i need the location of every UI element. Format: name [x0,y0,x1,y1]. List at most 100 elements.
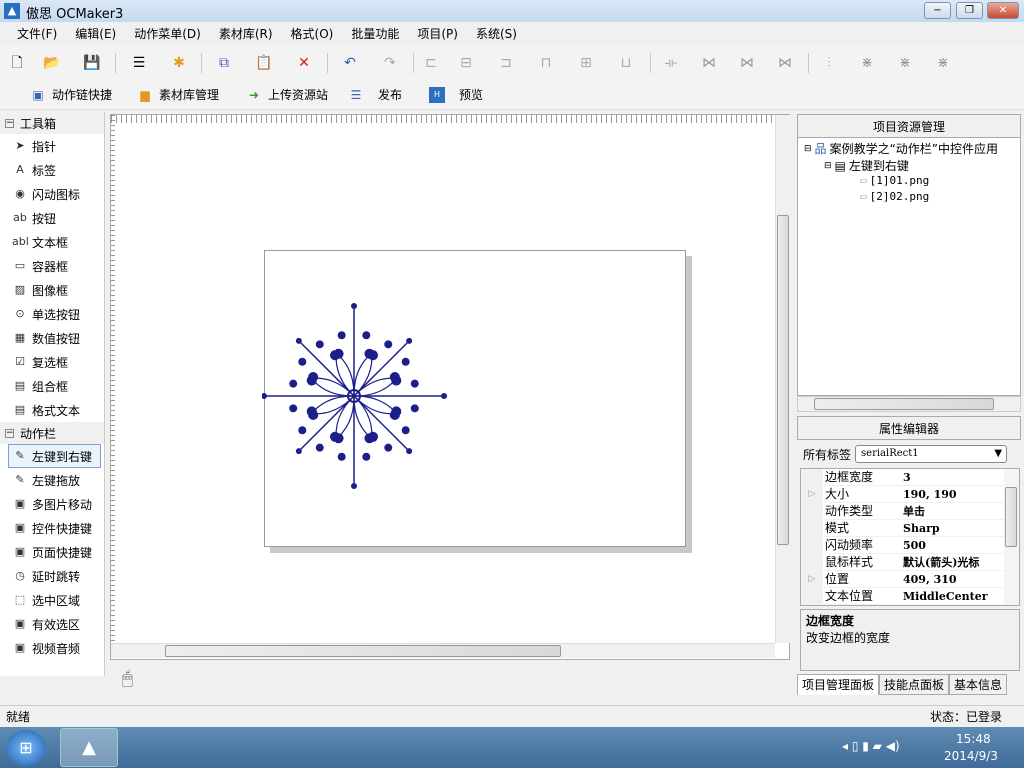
paste-icon[interactable]: 📋 [255,54,273,72]
toolbox-item[interactable]: ➤ 指针 [0,134,104,158]
property-value[interactable]: 409, 310 [903,571,1019,587]
tree-page[interactable]: ⊟ ▤ 左键到右键 [824,157,909,174]
toolbox-item[interactable]: ☑ 复选框 [0,350,104,374]
property-value[interactable]: 3 [903,469,1019,485]
undo-icon[interactable]: ↶ [341,54,359,72]
open-folder-icon[interactable]: 📂 [43,54,61,72]
align-bottom-icon[interactable]: ⊔ [617,54,635,72]
toolbox-item[interactable]: ✎ 左键到右键 [8,444,101,468]
puzzle-icon[interactable]: ✱ [170,54,188,72]
tree-file[interactable]: ▭ [2]02.png [860,190,929,203]
menu-library[interactable]: 素材库(R) [219,22,282,46]
scroll-thumb[interactable] [814,398,994,410]
scroll-thumb[interactable] [1005,487,1017,547]
property-value[interactable]: 500 [903,537,1019,553]
publish-button[interactable]: ☰ 发布 [348,86,402,103]
tree-file[interactable]: ▭ [1]01.png [860,174,929,187]
new-file-icon[interactable]: 🗋 [8,54,26,72]
scroll-thumb[interactable] [777,215,789,545]
toolbox-item[interactable]: ◉ 闪动图标 [0,182,104,206]
minimize-button[interactable]: − [924,2,951,19]
toolbox-item[interactable]: ▣ 多图片移动 [0,492,104,516]
scroll-thumb[interactable] [165,645,561,657]
toolbox-item[interactable]: ⊙ 单选按钮 [0,302,104,326]
upload-button[interactable]: ➜ 上传资源站 [246,86,328,103]
vspace-dec-icon[interactable]: ⋇ [934,54,952,72]
menu-system[interactable]: 系统(S) [476,22,526,46]
toolbox-item[interactable]: A 标签 [0,158,104,182]
align-center-icon[interactable]: ⊟ [457,54,475,72]
property-value[interactable]: 默认(箭头)光标 [903,554,1019,570]
preview-button[interactable]: H 预览 [429,86,483,103]
toolbox-item[interactable]: abl 文本框 [0,230,104,254]
property-value[interactable]: MiddleCenter [903,588,1019,604]
toolbox-item[interactable]: ▣ 控件快捷键 [0,516,104,540]
redo-icon[interactable]: ↷ [381,54,399,72]
property-value[interactable]: 单击 [903,503,1019,519]
menu-action[interactable]: 动作菜单(D) [134,22,210,46]
property-row[interactable]: 闪动频率 500 [801,537,1019,554]
property-scrollbar[interactable] [1004,469,1019,605]
delete-icon[interactable]: ✕ [295,54,313,72]
save-icon[interactable]: 💾 [83,54,101,72]
library-manage-button[interactable]: ▆ 素材库管理 [137,86,219,103]
hspace-dec-icon[interactable]: ⋈ [776,54,794,72]
chain-shortcut-button[interactable]: ▣ 动作链快捷 [30,86,112,103]
maximize-button[interactable]: ❐ [956,2,983,19]
tab-skills[interactable]: 技能点面板 [879,674,950,695]
clock-date[interactable]: 2014/9/3 [944,749,998,763]
vspace-equal-icon[interactable]: ⋇ [858,54,876,72]
toolbox-item[interactable]: ⬚ 选中区域 [0,588,104,612]
tag-select[interactable]: serialRect1 ▼ [855,445,1008,463]
toolbox-item[interactable]: ▣ 视频音频 [0,636,104,660]
tray-icons[interactable]: ◂ ▯ ▮ ▰ ◀) [842,739,900,753]
hspace-icon[interactable]: ⟛ [662,54,680,72]
toolbox-item[interactable]: ▣ 页面快捷键 [0,540,104,564]
property-value[interactable]: Sharp [903,520,1019,536]
design-canvas[interactable] [110,114,790,660]
menu-edit[interactable]: 编辑(E) [75,22,125,46]
property-row[interactable]: 动作类型 单击 [801,503,1019,520]
hspace-equal-icon[interactable]: ⋈ [700,54,718,72]
toolbox-group-header[interactable]: − 工具箱 [0,112,104,134]
property-row[interactable]: 边框宽度 3 [801,469,1019,486]
copy-icon[interactable]: ⧉ [215,54,233,72]
properties-icon[interactable]: ☰ [130,54,148,72]
toolbox-item[interactable]: ▣ 有效选区 [0,612,104,636]
tab-project[interactable]: 项目管理面板 [797,674,880,695]
toolbox-item[interactable]: ✎ 左键拖放 [0,468,104,492]
menu-batch[interactable]: 批量功能 [351,22,408,46]
toolbox-item[interactable]: ▨ 图像框 [0,278,104,302]
property-row[interactable]: 文本位置 MiddleCenter [801,588,1019,605]
horizontal-scrollbar[interactable] [111,643,775,658]
property-row[interactable]: 模式 Sharp [801,520,1019,537]
property-row[interactable]: ▷ 大小 190, 190 [801,486,1019,503]
hspace-inc-icon[interactable]: ⋈ [738,54,756,72]
property-value[interactable]: 190, 190 [903,486,1019,502]
menu-project[interactable]: 项目(P) [417,22,467,46]
tree-horizontal-scrollbar[interactable] [797,396,1021,412]
clock-time[interactable]: 15:48 [956,732,991,746]
align-left-icon[interactable]: ⊏ [422,54,440,72]
toolbox-item[interactable]: ◷ 延时跳转 [0,564,104,588]
property-row[interactable]: 鼠标样式 默认(箭头)光标 [801,554,1019,571]
flower-image[interactable] [262,301,452,491]
tab-info[interactable]: 基本信息 [949,674,1008,695]
property-row[interactable]: ▷ 位置 409, 310 [801,571,1019,588]
toolbox-item[interactable]: ▭ 容器框 [0,254,104,278]
taskbar-app[interactable]: ▲ [60,728,118,767]
toolbox-item[interactable]: ▤ 格式文本 [0,398,104,422]
toolbox-item[interactable]: ▤ 组合框 [0,374,104,398]
align-right-icon[interactable]: ⊐ [497,54,515,72]
close-button[interactable]: ✕ [987,2,1019,19]
start-button[interactable]: ⊞ [6,730,46,766]
align-top-icon[interactable]: ⊓ [537,54,555,72]
vertical-scrollbar[interactable] [775,115,790,643]
toolbox-item[interactable]: ab 按钮 [0,206,104,230]
action-group-header[interactable]: − 动作栏 [0,422,104,444]
design-page[interactable] [262,250,686,547]
menu-format[interactable]: 格式(O) [291,22,343,46]
vspace-inc-icon[interactable]: ⋇ [896,54,914,72]
toolbox-item[interactable]: ▦ 数值按钮 [0,326,104,350]
tree-root[interactable]: ⊟ 品案例教学之“动作栏”中控件应用 [804,140,998,157]
